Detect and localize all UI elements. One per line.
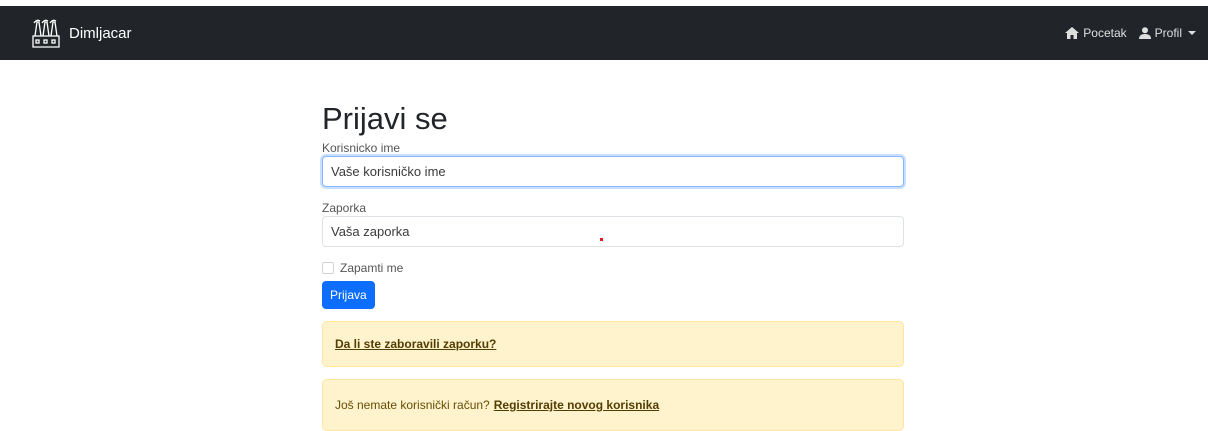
navbar-menu: Pocetak Profil <box>1065 26 1196 40</box>
username-label: Korisnicko ime <box>322 141 401 155</box>
nav-dropdown-profil[interactable]: Profil <box>1138 26 1196 40</box>
cursor-marker <box>600 238 603 241</box>
forgot-password-alert: Da li ste zaboravili zaporku? <box>322 321 904 367</box>
nav-link-pocetak-label: Pocetak <box>1083 26 1127 40</box>
password-input[interactable] <box>322 216 904 247</box>
nav-link-pocetak[interactable]: Pocetak <box>1065 26 1127 40</box>
login-form-container: Prijavi se Korisnicko ime Zaporka Zapamt… <box>322 100 904 431</box>
remember-me-row: Zapamti me <box>322 260 904 276</box>
chevron-down-icon <box>1188 31 1196 35</box>
password-label: Zaporka <box>322 201 367 215</box>
register-alert: Još nemate korisnički račun? Registriraj… <box>322 379 904 431</box>
remember-me-label: Zapamti me <box>340 261 404 275</box>
login-button[interactable]: Prijava <box>322 281 375 309</box>
user-icon <box>1138 27 1151 39</box>
brand-name: Dimljacar <box>69 24 132 42</box>
brand-link[interactable]: Dimljacar <box>29 18 132 48</box>
page-title: Prijavi se <box>322 101 448 136</box>
no-account-text: Još nemate korisnički račun? <box>335 398 490 412</box>
top-navbar: Dimljacar Pocetak Profil <box>0 6 1208 60</box>
register-link[interactable]: Registrirajte novog korisnika <box>494 398 659 412</box>
username-input[interactable] <box>322 156 904 187</box>
factory-logo-icon <box>32 19 60 48</box>
forgot-password-link[interactable]: Da li ste zaboravili zaporku? <box>335 337 496 351</box>
home-icon <box>1065 27 1080 39</box>
remember-me-checkbox[interactable] <box>322 262 334 274</box>
nav-dropdown-profil-label: Profil <box>1154 26 1182 40</box>
